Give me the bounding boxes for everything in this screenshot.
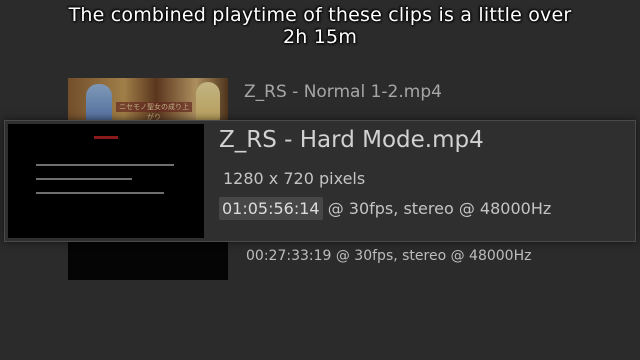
clip-item-third[interactable]: 00:27:33:19 @ 30fps, stereo @ 48000Hz <box>68 238 628 282</box>
caption-line-2: 2h 15m <box>282 26 358 48</box>
thumbnail-text-line <box>36 164 174 166</box>
clip-item-normal[interactable]: ニセモノ聖女の成り上がり Z_RS - Normal 1-2.mp4 <box>68 78 628 122</box>
character-figure-blue <box>86 84 112 122</box>
character-figure-blonde <box>196 82 220 122</box>
thumbnail-heading-line <box>94 136 118 139</box>
clip-resolution: 1280 x 720 pixels <box>223 169 366 188</box>
subtitle-caption: The combined playtime of these clips is … <box>0 4 640 48</box>
clip-thumbnail[interactable] <box>68 238 228 280</box>
clip-stream-info: 00:27:33:19 @ 30fps, stereo @ 48000Hz <box>246 248 532 264</box>
thumbnail-text-line <box>36 192 164 194</box>
duration-timecode[interactable]: 01:05:56:14 <box>219 197 323 220</box>
caption-line-1: The combined playtime of these clips is … <box>68 4 572 26</box>
clip-title: Z_RS - Normal 1-2.mp4 <box>244 82 442 102</box>
clip-thumbnail[interactable] <box>8 124 204 238</box>
clip-stream-info: 01:05:56:14 @ 30fps, stereo @ 48000Hz <box>219 197 551 220</box>
media-browser: ニセモノ聖女の成り上がり Z_RS - Normal 1-2.mp4 00:27… <box>0 0 640 360</box>
clip-title: Z_RS - Hard Mode.mp4 <box>219 127 484 153</box>
thumbnail-text-line <box>36 178 132 180</box>
clip-item-hard-mode-hover-card[interactable]: Z_RS - Hard Mode.mp4 1280 x 720 pixels 0… <box>4 120 636 242</box>
clip-thumbnail[interactable]: ニセモノ聖女の成り上がり <box>68 78 228 122</box>
thumbnail-logo-text: ニセモノ聖女の成り上がり <box>116 102 192 121</box>
stream-details: @ 30fps, stereo @ 48000Hz <box>322 199 552 218</box>
